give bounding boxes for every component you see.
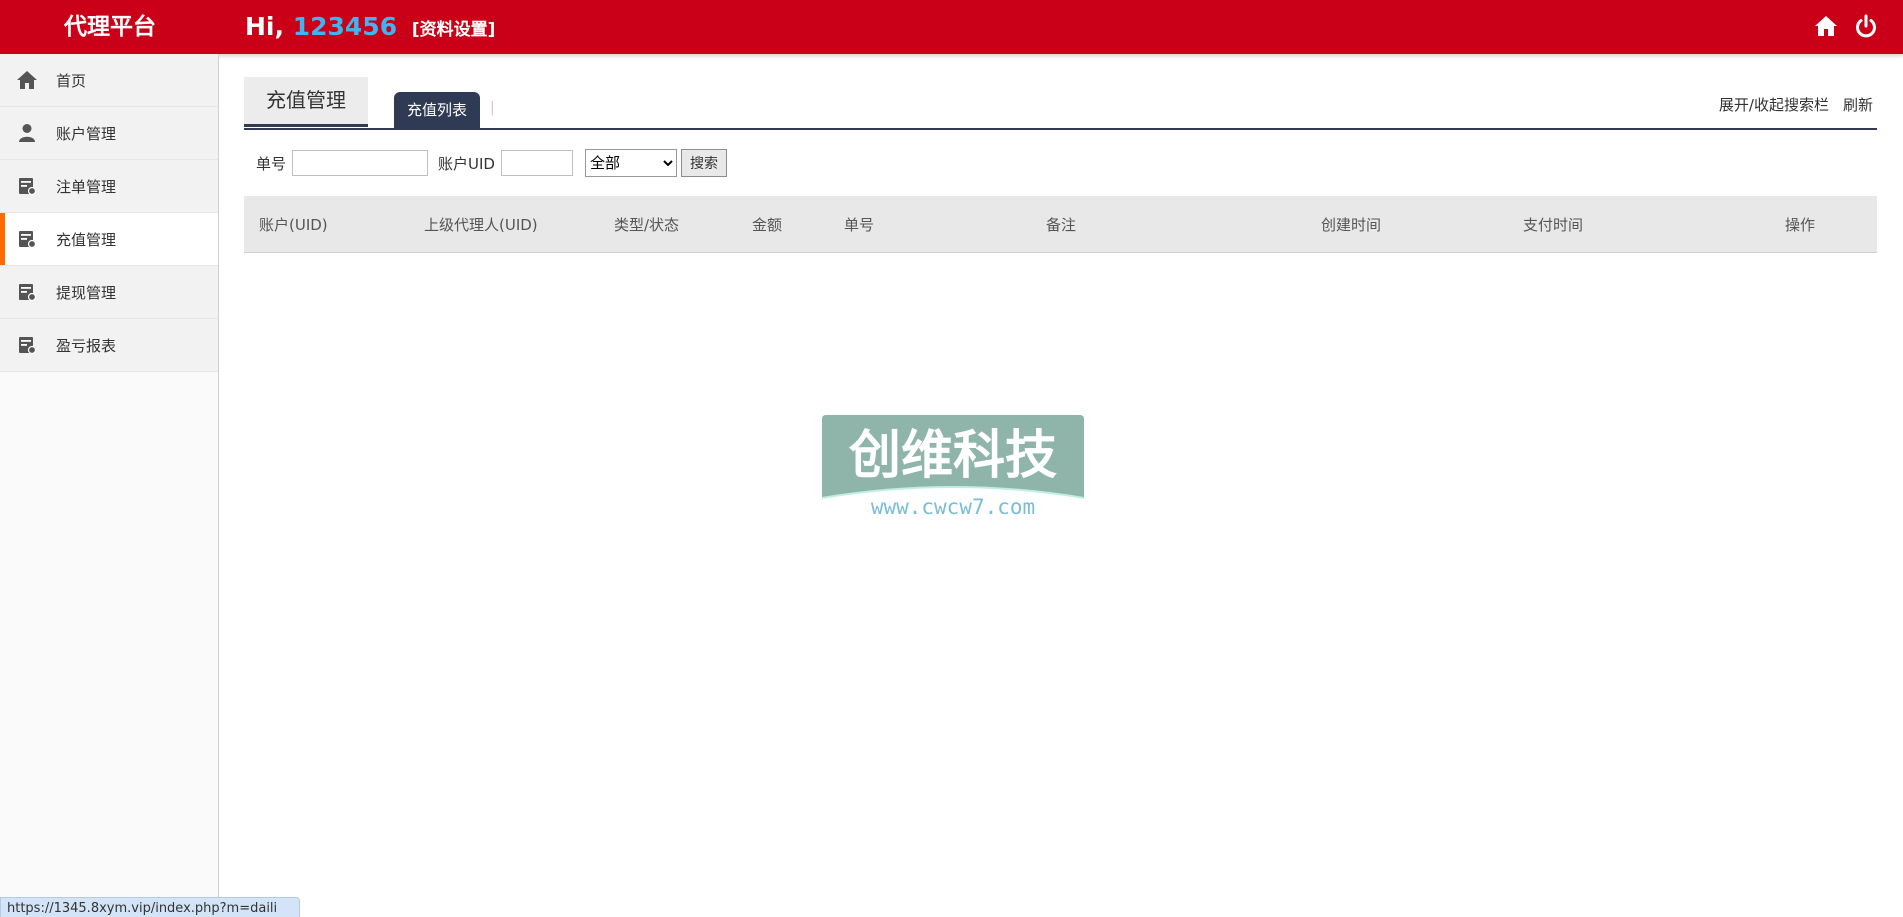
sidebar-item-profit-report[interactable]: 盈亏报表 xyxy=(0,319,218,372)
sidebar-item-withdraw[interactable]: 提现管理 xyxy=(0,266,218,319)
document-icon xyxy=(16,334,38,356)
home-icon xyxy=(16,69,38,91)
top-bar: 代理平台 Hi, 123456 [资料设置] xyxy=(0,0,1903,54)
sidebar-item-label: 首页 xyxy=(56,71,87,90)
greeting-prefix: Hi, xyxy=(245,12,284,41)
main-content: 充值管理 充值列表 | 展开/收起搜索栏 刷新 单号 账户UID 全部 搜索 账… xyxy=(244,54,1877,253)
user-icon xyxy=(16,122,38,144)
column-header: 创建时间 xyxy=(1321,196,1523,253)
sidebar-item-home[interactable]: 首页 xyxy=(0,54,218,107)
column-header: 备注 xyxy=(1046,196,1321,253)
tab-bar: 充值管理 充值列表 | 展开/收起搜索栏 刷新 xyxy=(244,54,1877,130)
column-header: 类型/状态 xyxy=(614,196,752,253)
column-header: 上级代理人(UID) xyxy=(424,196,614,253)
document-icon xyxy=(16,175,38,197)
sidebar-item-label: 提现管理 xyxy=(56,283,117,302)
watermark-logo: 创维科技 www.cwcw7.com xyxy=(820,412,1086,522)
sidebar-item-label: 注单管理 xyxy=(56,177,117,196)
page-title: 充值管理 xyxy=(244,77,368,127)
table-header-row: 账户(UID) 上级代理人(UID) 类型/状态 金额 单号 备注 创建时间 支… xyxy=(244,196,1877,253)
column-header: 金额 xyxy=(752,196,844,253)
search-button[interactable]: 搜索 xyxy=(680,149,727,177)
brand-title: 代理平台 xyxy=(64,14,156,40)
power-icon[interactable] xyxy=(1853,13,1879,39)
refresh-link[interactable]: 刷新 xyxy=(1843,94,1873,115)
toggle-search-link[interactable]: 展开/收起搜索栏 xyxy=(1719,94,1829,115)
profile-settings-link[interactable]: [资料设置] xyxy=(412,20,496,40)
top-icons xyxy=(1813,13,1879,39)
sidebar-item-label: 账户管理 xyxy=(56,124,117,143)
recharge-table: 账户(UID) 上级代理人(UID) 类型/状态 金额 单号 备注 创建时间 支… xyxy=(244,196,1877,253)
order-label: 单号 xyxy=(256,154,287,173)
status-select[interactable]: 全部 xyxy=(584,149,677,177)
tab-links: 展开/收起搜索栏 刷新 xyxy=(1719,94,1873,115)
document-icon xyxy=(16,228,38,250)
column-header: 操作 xyxy=(1785,196,1877,253)
search-bar: 单号 账户UID 全部 搜索 xyxy=(244,130,1877,196)
tab-separator: | xyxy=(490,100,495,116)
uid-label: 账户UID xyxy=(438,154,495,173)
status-bar-url: https://1345.8xym.vip/index.php?m=daili xyxy=(0,897,300,917)
sidebar-item-bets[interactable]: 注单管理 xyxy=(0,160,218,213)
sidebar-item-label: 充值管理 xyxy=(56,230,117,249)
home-icon[interactable] xyxy=(1813,13,1839,39)
uid-input[interactable] xyxy=(500,150,573,176)
column-header: 单号 xyxy=(844,196,1046,253)
sidebar-item-recharge[interactable]: 充值管理 xyxy=(0,213,218,266)
sidebar-item-accounts[interactable]: 账户管理 xyxy=(0,107,218,160)
user-id: 123456 xyxy=(292,12,398,41)
watermark-url: www.cwcw7.com xyxy=(871,495,1035,519)
sidebar: 首页 账户管理 注单管理 充值管理 提现管理 盈亏报表 xyxy=(0,54,219,917)
order-number-input[interactable] xyxy=(292,150,429,176)
tab-recharge-list[interactable]: 充值列表 xyxy=(394,92,480,128)
watermark-title: 创维科技 xyxy=(848,426,1057,486)
greeting: Hi, 123456 [资料设置] xyxy=(245,0,495,54)
document-icon xyxy=(16,281,38,303)
sidebar-item-label: 盈亏报表 xyxy=(56,336,117,355)
column-header: 账户(UID) xyxy=(244,196,424,253)
column-header: 支付时间 xyxy=(1523,196,1785,253)
